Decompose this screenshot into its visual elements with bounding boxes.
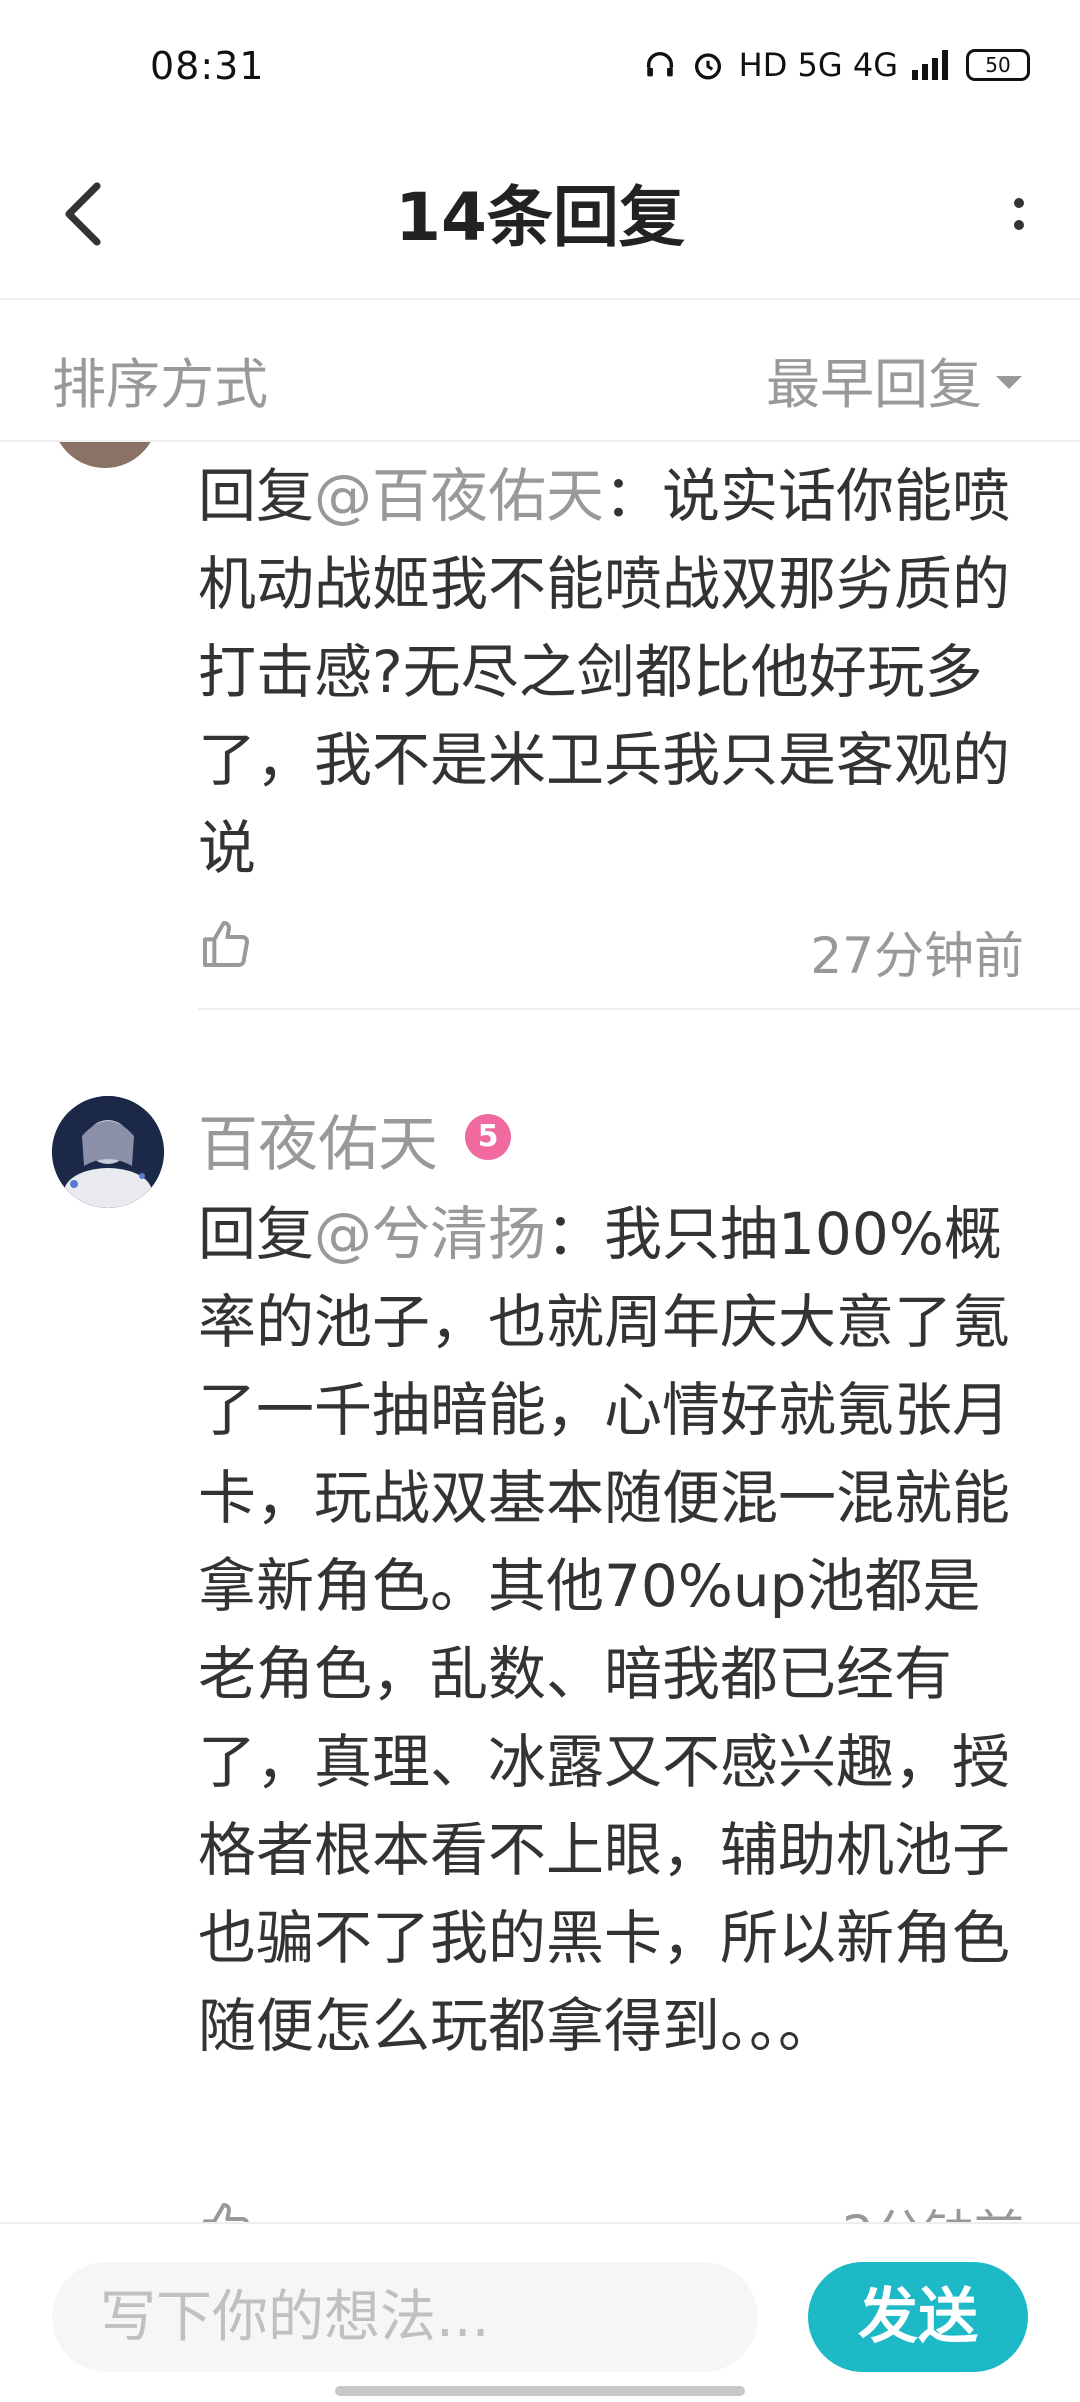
- signal-icon: [912, 50, 948, 80]
- comment-body: ：我只抽100%概率的池子，也就周年庆大意了氪了一千抽暗能，心情好就氪张月卡，玩…: [198, 1200, 1011, 2060]
- status-bar: 08:31 HD 5G 4G 50: [0, 0, 1080, 140]
- network-indicators: HD 5G 4G: [738, 46, 898, 84]
- sort-bar: 排序方式 最早回复: [0, 300, 1080, 442]
- headphones-icon: [646, 52, 673, 77]
- comment-time: 27分钟前: [810, 927, 1024, 985]
- header: 14条回复: [0, 140, 1080, 300]
- status-time: 08:31: [150, 44, 265, 88]
- alarm-icon: [694, 53, 721, 80]
- avatar[interactable]: [52, 442, 158, 468]
- avatar[interactable]: [52, 1096, 164, 1208]
- level-badge: 5: [465, 1114, 511, 1160]
- mention-link[interactable]: @兮清扬: [314, 1200, 546, 1268]
- comment-text: 回复@兮清扬：我只抽100%概率的池子，也就周年庆大意了氪了一千抽暗能，心情好就…: [198, 1190, 1038, 2070]
- composer-bar: 发送: [0, 2222, 1080, 2402]
- username[interactable]: 百夜佑天: [198, 1096, 438, 1183]
- reply-prefix: 回复: [198, 1200, 315, 1268]
- mention-link[interactable]: @百夜佑天: [314, 462, 604, 530]
- comment-time: 2分钟前: [842, 2194, 1024, 2222]
- sort-selected: 最早回复: [766, 353, 982, 416]
- battery-icon: 50: [966, 49, 1030, 81]
- comment-divider: [198, 1008, 1080, 1010]
- reply-prefix: 回复: [198, 462, 315, 530]
- comment-list[interactable]: 回复@百夜佑天：说实话你能喷机动战姬我不能喷战双那劣质的打击感?无尽之剑都比他好…: [0, 442, 1080, 2222]
- more-dot-icon: [1014, 198, 1024, 208]
- like-button[interactable]: [198, 2198, 258, 2222]
- home-indicator[interactable]: [335, 2386, 745, 2396]
- page-title: 14条回复: [395, 179, 685, 256]
- like-button[interactable]: [198, 916, 258, 976]
- battery-level: 50: [985, 53, 1011, 77]
- dropdown-caret-icon: [996, 376, 1022, 389]
- status-icons: HD 5G 4G 50: [643, 46, 1030, 84]
- sort-label: 排序方式: [52, 353, 268, 416]
- send-button[interactable]: 发送: [808, 2262, 1028, 2372]
- more-dot-icon: [1014, 220, 1024, 230]
- comment-input[interactable]: [52, 2262, 758, 2372]
- more-options-button[interactable]: [984, 174, 1054, 254]
- thumbs-up-icon: [203, 921, 249, 967]
- thumbs-up-icon: [203, 2203, 249, 2222]
- comment-text: 回复@百夜佑天：说实话你能喷机动战姬我不能喷战双那劣质的打击感?无尽之剑都比他好…: [198, 452, 1038, 892]
- avatar-illustration: [52, 1096, 164, 1208]
- sort-dropdown[interactable]: 最早回复: [766, 340, 1022, 419]
